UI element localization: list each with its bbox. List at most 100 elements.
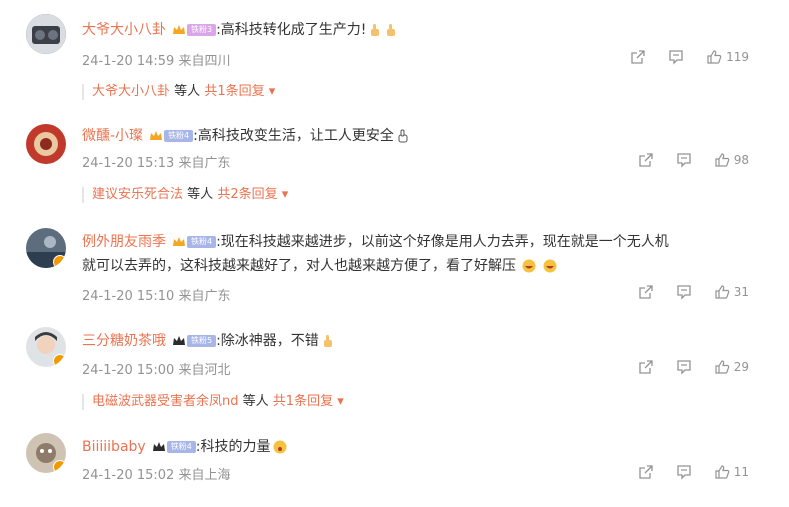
surprised-emoji-icon [273,440,287,454]
comment-icon [669,50,683,65]
chevron-down-icon: ▾ [281,187,289,202]
like-button[interactable]: 11 [714,464,749,480]
reply-summary[interactable]: 建议安乐死合法 等人 共2条回复 ▾ [82,187,288,203]
thumbs-up-emoji-icon [371,24,380,36]
comment-header: Biiiiibaby 铁粉4 :科技的力量 [82,437,287,457]
comment-icon [677,465,691,480]
crown-icon [173,336,185,345]
comment-text: :高科技改变生活，让工人更安全 [193,128,394,144]
share-icon [639,360,653,374]
crown-icon [150,131,163,140]
reply-username[interactable]: 大爷大小八卦 [92,84,170,99]
comment-button[interactable] [668,49,684,65]
comment-icon [677,153,691,168]
share-button[interactable] [638,359,654,375]
comment-text: :除冰神器，不错 [216,333,319,349]
reply-summary[interactable]: 大爷大小八卦 等人 共1条回复 ▾ [82,84,275,100]
timestamp: 24-1-20 15:10 [82,289,175,304]
username[interactable]: 微醺-小璨 [82,126,143,146]
thumbs-up-emoji-icon [387,24,396,36]
avatar[interactable] [26,228,66,268]
chevron-down-icon: ▾ [268,84,276,99]
comment-button[interactable] [676,284,692,300]
reply-username[interactable]: 电磁波武器受害者余凤nd [92,394,239,409]
reply-username[interactable]: 建议安乐死合法 [92,187,183,202]
like-icon [715,465,730,479]
comment-button[interactable] [676,359,692,375]
share-button[interactable] [630,49,646,65]
fan-badge: 铁粉4 [187,236,217,248]
timestamp: 24-1-20 15:13 [82,156,175,171]
comment-header: 大爷大小八卦 铁粉3 :高科技转化成了生产力! [82,20,398,40]
laughing-emoji-icon [543,259,557,273]
like-icon [715,153,730,167]
crown-icon [173,237,185,246]
thumbs-up-emoji-icon [323,335,332,347]
like-count: 98 [733,153,749,167]
share-button[interactable] [638,464,654,480]
comment-header: 例外朋友雨季 铁粉4 :现在科技越来越进步，以前这个好像是用人力去弄，现在就是一… [82,232,669,252]
username[interactable]: Biiiiibaby [82,437,146,457]
reply-summary[interactable]: 电磁波武器受害者余凤nd 等人 共1条回复 ▾ [82,394,344,410]
laughing-emoji-icon [522,259,536,273]
comment-icon [677,285,691,300]
comment-text-continuation: 就可以去弄的，这科技越来越好了，对人也越来越方便了，看了好解压 [82,256,557,276]
timestamp: 24-1-20 15:00 [82,363,175,378]
verified-badge-icon [53,460,66,473]
comment-meta: 24-1-20 15:10 来自广东 [82,285,231,304]
like-count: 119 [726,50,749,64]
location: 来自四川 [178,54,231,69]
username[interactable]: 三分糖奶茶哦 [82,331,166,351]
reply-count-link[interactable]: 共2条回复 [217,187,277,202]
share-icon [631,50,645,64]
comment-header: 微醺-小璨 铁粉4 :高科技改变生活，让工人更安全 [82,126,410,146]
like-count: 11 [733,465,749,479]
like-icon [707,50,722,64]
share-button[interactable] [638,284,654,300]
fan-badge: 铁粉3 [187,24,217,36]
reply-etc: 等人 [174,84,201,99]
avatar-image [26,124,66,164]
verified-badge-icon [53,354,66,367]
reply-etc: 等人 [242,394,269,409]
share-button[interactable] [638,152,654,168]
comment-meta: 24-1-20 15:00 来自河北 [82,359,231,378]
comment-text-line1: :现在科技越来越进步，以前这个好像是用人力去弄，现在就是一个无人机 [216,234,669,250]
reply-etc: 等人 [187,187,214,202]
username[interactable]: 大爷大小八卦 [82,20,166,40]
chevron-down-icon: ▾ [337,394,344,409]
like-count: 31 [733,285,749,299]
comment-actions: 31 [616,284,749,300]
fan-badge: 铁粉4 [166,441,196,453]
comment-text-line2: 就可以去弄的，这科技越来越好了，对人也越来越方便了，看了好解压 [82,258,516,274]
timestamp: 24-1-20 14:59 [82,54,175,69]
share-icon [639,153,653,167]
comment-text: :高科技转化成了生产力! [216,22,367,38]
avatar[interactable] [26,14,66,54]
location: 来自上海 [178,468,231,483]
verified-badge-icon [53,255,66,268]
like-count: 29 [733,360,749,374]
comment-meta: 24-1-20 15:02 来自上海 [82,464,231,483]
share-icon [639,285,653,299]
avatar[interactable] [26,433,66,473]
location: 来自河北 [178,363,231,378]
like-button[interactable]: 119 [706,49,749,65]
avatar-image [26,14,66,54]
username[interactable]: 例外朋友雨季 [82,232,166,252]
comment-button[interactable] [676,152,692,168]
crown-icon [152,442,165,451]
reply-count-link[interactable]: 共1条回复 [204,84,264,99]
timestamp: 24-1-20 15:02 [82,468,175,483]
comment-button[interactable] [676,464,692,480]
like-button[interactable]: 98 [714,152,749,168]
location: 来自广东 [178,289,231,304]
like-button[interactable]: 29 [714,359,749,375]
comment-text: :科技的力量 [195,439,271,455]
reply-count-link[interactable]: 共1条回复 [273,394,333,409]
comment-meta: 24-1-20 14:59 来自四川 [82,50,231,69]
avatar[interactable] [26,124,66,164]
avatar[interactable] [26,327,66,367]
like-button[interactable]: 31 [714,284,749,300]
comment-actions: 98 [616,152,749,168]
